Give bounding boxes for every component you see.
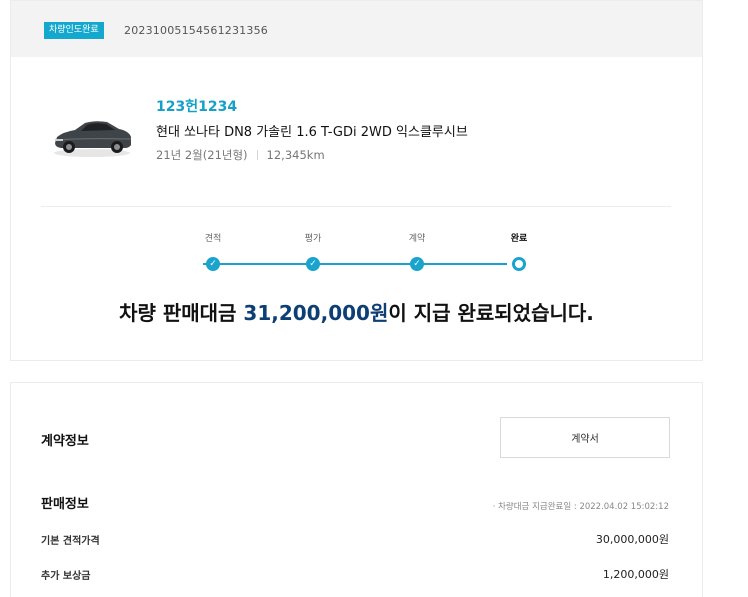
status-badge: 차량인도완료 (44, 22, 104, 39)
step-complete: 완료 (499, 231, 539, 271)
step-label: 평가 (304, 234, 322, 244)
order-header: 차량인도완료 20231005154561231356 (11, 1, 702, 57)
vehicle-meta: 21년 2월(21년형) 12,345km (156, 147, 325, 163)
progress-line (203, 263, 507, 265)
step-label: 완료 (510, 234, 528, 244)
base-quote-value: 30,000,000원 (595, 533, 669, 546)
step-estimate: 견적 ✓ (193, 231, 233, 271)
sale-status-card: 차량인도완료 20231005154561231356 123헌1234 현대 … (10, 0, 703, 361)
payment-date: · 차량대금 지급완료일 : 2022.04.02 15:02:12 (492, 502, 669, 512)
check-icon: ✓ (306, 257, 320, 271)
contract-section-title: 계약정보 (41, 434, 89, 449)
step-label: 견적 (204, 234, 222, 244)
order-number: 20231005154561231356 (124, 24, 268, 37)
check-icon: ✓ (206, 257, 220, 271)
headline-suffix: 이 지급 완료되었습니다. (388, 301, 594, 325)
step-label: 계약 (408, 234, 426, 244)
contract-document-button[interactable]: 계약서 (500, 417, 670, 458)
vehicle-model: 현대 쏘나타 DN8 가솔린 1.6 T-GDi 2WD 익스클루시브 (156, 125, 468, 140)
step-evaluation: 평가 ✓ (293, 231, 333, 271)
meta-separator (256, 150, 258, 160)
extra-compensation-value: 1,200,000원 (602, 568, 669, 581)
check-icon: ✓ (410, 257, 424, 271)
divider (41, 206, 671, 207)
headline-prefix: 차량 판매대금 (119, 301, 244, 325)
extra-compensation-label: 추가 보상금 (41, 571, 91, 582)
vehicle-year: 21년 2월(21년형) (156, 148, 248, 162)
step-contract: 계약 ✓ (397, 231, 437, 271)
base-quote-label: 기본 견적가격 (41, 536, 100, 547)
sale-section-title: 판매정보 (41, 497, 89, 512)
car-thumbnail-icon (54, 121, 132, 157)
completion-message: 차량 판매대금 31,200,000원이 지급 완료되었습니다. (11, 297, 702, 326)
progress-stepper: 견적 ✓ 평가 ✓ 계약 ✓ 완료 (201, 231, 527, 275)
headline-amount: 31,200,000원 (243, 301, 389, 325)
current-step-icon (512, 257, 526, 271)
contract-info-card: 계약정보 계약서 판매정보 · 차량대금 지급완료일 : 2022.04.02 … (10, 382, 703, 597)
vehicle-mileage: 12,345km (266, 148, 325, 162)
vehicle-plate: 123헌1234 (156, 99, 238, 115)
